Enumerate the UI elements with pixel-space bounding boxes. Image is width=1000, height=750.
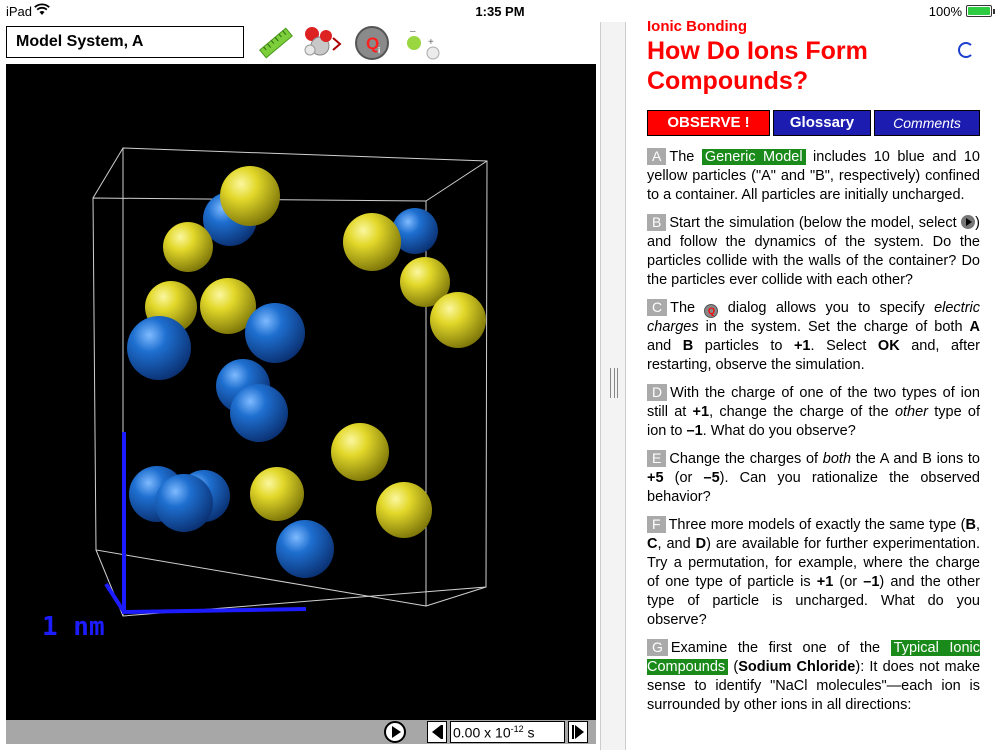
particle-blue [155,474,213,532]
step-b: B Start the simulation (below the model, … [647,214,980,288]
tab-observe[interactable]: OBSERVE ! [647,110,770,136]
svg-text:i: i [378,46,380,55]
step-e: E Change the charges of both the A and B … [647,450,980,505]
lesson-pane: Ionic Bonding How Do Ions Form Compounds… [627,16,1000,750]
model-title: Model System, A [6,26,244,58]
particle-blue [127,316,191,380]
svg-text:+: + [428,37,434,48]
molecule-icon[interactable] [302,24,342,62]
lesson-subject: Ionic Bonding [647,18,747,35]
step-forward-button[interactable] [568,721,588,743]
time-value: 0.00 x 10 [453,724,511,741]
charge-q-inline-icon: Q [704,304,719,318]
lesson-tabs: OBSERVE ! Glossary Comments [647,110,980,136]
step-letter: G [647,639,668,656]
particle-yellow [343,213,401,271]
particle-yellow [220,166,280,226]
tab-comments[interactable]: Comments [874,110,980,136]
particle-charge-icon[interactable]: – + [402,24,442,62]
page-title: How Do Ions Form Compounds? [647,37,868,95]
step-f: F Three more models of exactly the same t… [647,516,980,628]
scale-label: 1 nm [42,612,105,642]
charge-q-icon[interactable]: Qi [353,24,393,62]
refresh-icon[interactable] [958,42,974,58]
step-letter: D [647,384,668,401]
particle-yellow [376,482,432,538]
particle-yellow [430,292,486,348]
particle-yellow [163,222,213,272]
model-pane: Model System, A Qi – + 1 nm 0.00 x 10-12… [0,22,600,750]
particle-yellow [331,423,389,481]
drag-handle-icon[interactable] [610,368,618,398]
step-d: D With the charge of one of the two types… [647,384,981,439]
particle-blue [230,384,288,442]
play-button[interactable] [384,721,406,743]
lesson-content: A The Generic Model includes 10 blue and … [647,148,980,724]
play-inline-icon [961,215,976,229]
step-letter: B [647,214,667,231]
step-g: G Examine the first one of the Typical Io… [647,639,981,713]
step-letter: C [647,299,668,316]
step-a: A The Generic Model includes 10 blue and … [647,148,981,203]
time-unit: s [523,724,535,741]
particle-yellow [250,467,304,521]
model-viewer[interactable]: 1 nm [6,64,596,720]
step-letter: F [647,516,666,533]
split-divider[interactable] [600,22,626,750]
particle-blue [245,303,305,363]
time-exponent: -12 [510,724,524,734]
playback-bar: 0.00 x 10-12 s [6,720,596,744]
step-letter: E [647,450,667,467]
svg-text:–: – [410,26,416,37]
step-back-button[interactable] [427,721,447,743]
tab-glossary[interactable]: Glossary [773,110,871,136]
step-letter: A [647,148,667,165]
step-c: C The Q dialog allows you to specify elec… [647,299,981,373]
particle-blue [276,520,334,578]
generic-model-link[interactable]: Generic Model [701,149,806,165]
ruler-icon[interactable] [256,24,296,62]
time-display: 0.00 x 10-12 s [450,721,565,743]
